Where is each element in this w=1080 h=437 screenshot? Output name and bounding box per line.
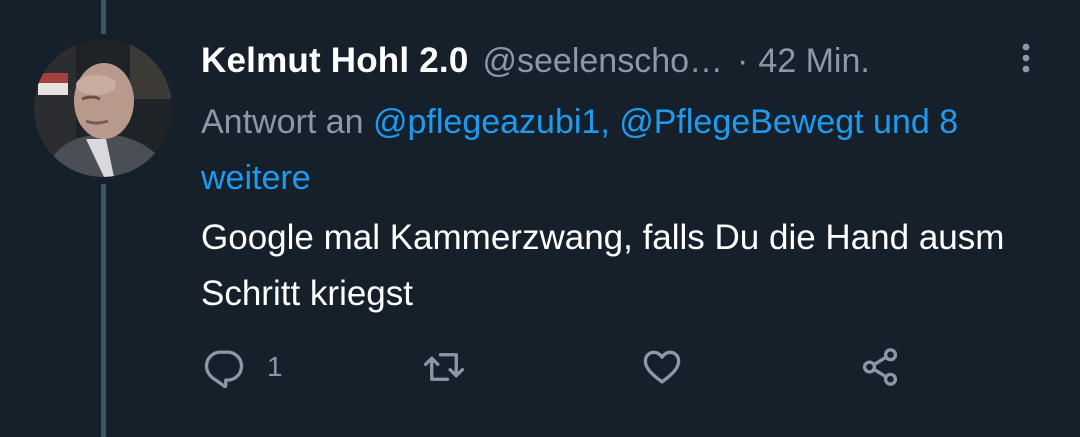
share-button[interactable] [859, 344, 901, 390]
tweet[interactable]: Kelmut Hohl 2.0 @seelenscho… · 42 Min. A… [0, 0, 1080, 437]
thread-line-top [101, 0, 106, 34]
display-name[interactable]: Kelmut Hohl 2.0 [201, 41, 468, 81]
tweet-header: Kelmut Hohl 2.0 @seelenscho… · 42 Min. [201, 38, 870, 84]
retweet-icon [423, 353, 465, 381]
timestamp[interactable]: 42 Min. [758, 42, 870, 81]
reply-prefix: Antwort an [201, 103, 364, 141]
reply-button[interactable]: 1 [203, 344, 283, 390]
reply-count: 1 [267, 351, 283, 382]
avatar[interactable] [34, 39, 172, 177]
action-bar: 1 [203, 344, 923, 390]
tweet-text: Google mal Kammerzwang, falls Du die Han… [201, 218, 1005, 313]
reply-icon [204, 350, 244, 388]
share-icon [862, 348, 898, 386]
more-icon[interactable] [1012, 40, 1040, 76]
user-handle[interactable]: @seelenscho… [482, 42, 723, 81]
retweet-button[interactable] [422, 344, 466, 390]
thread-line-bottom [101, 184, 106, 437]
reply-context: Antwort an @pflegeazubi1, @PflegeBewegt … [201, 94, 1031, 206]
mention-link[interactable]: @PflegeBewegt [619, 103, 863, 141]
like-button[interactable] [640, 344, 684, 390]
mention-link[interactable]: @pflegeazubi1, [373, 103, 610, 141]
avatar-image [34, 39, 172, 177]
separator-dot: · [737, 41, 749, 80]
like-icon [643, 350, 681, 384]
